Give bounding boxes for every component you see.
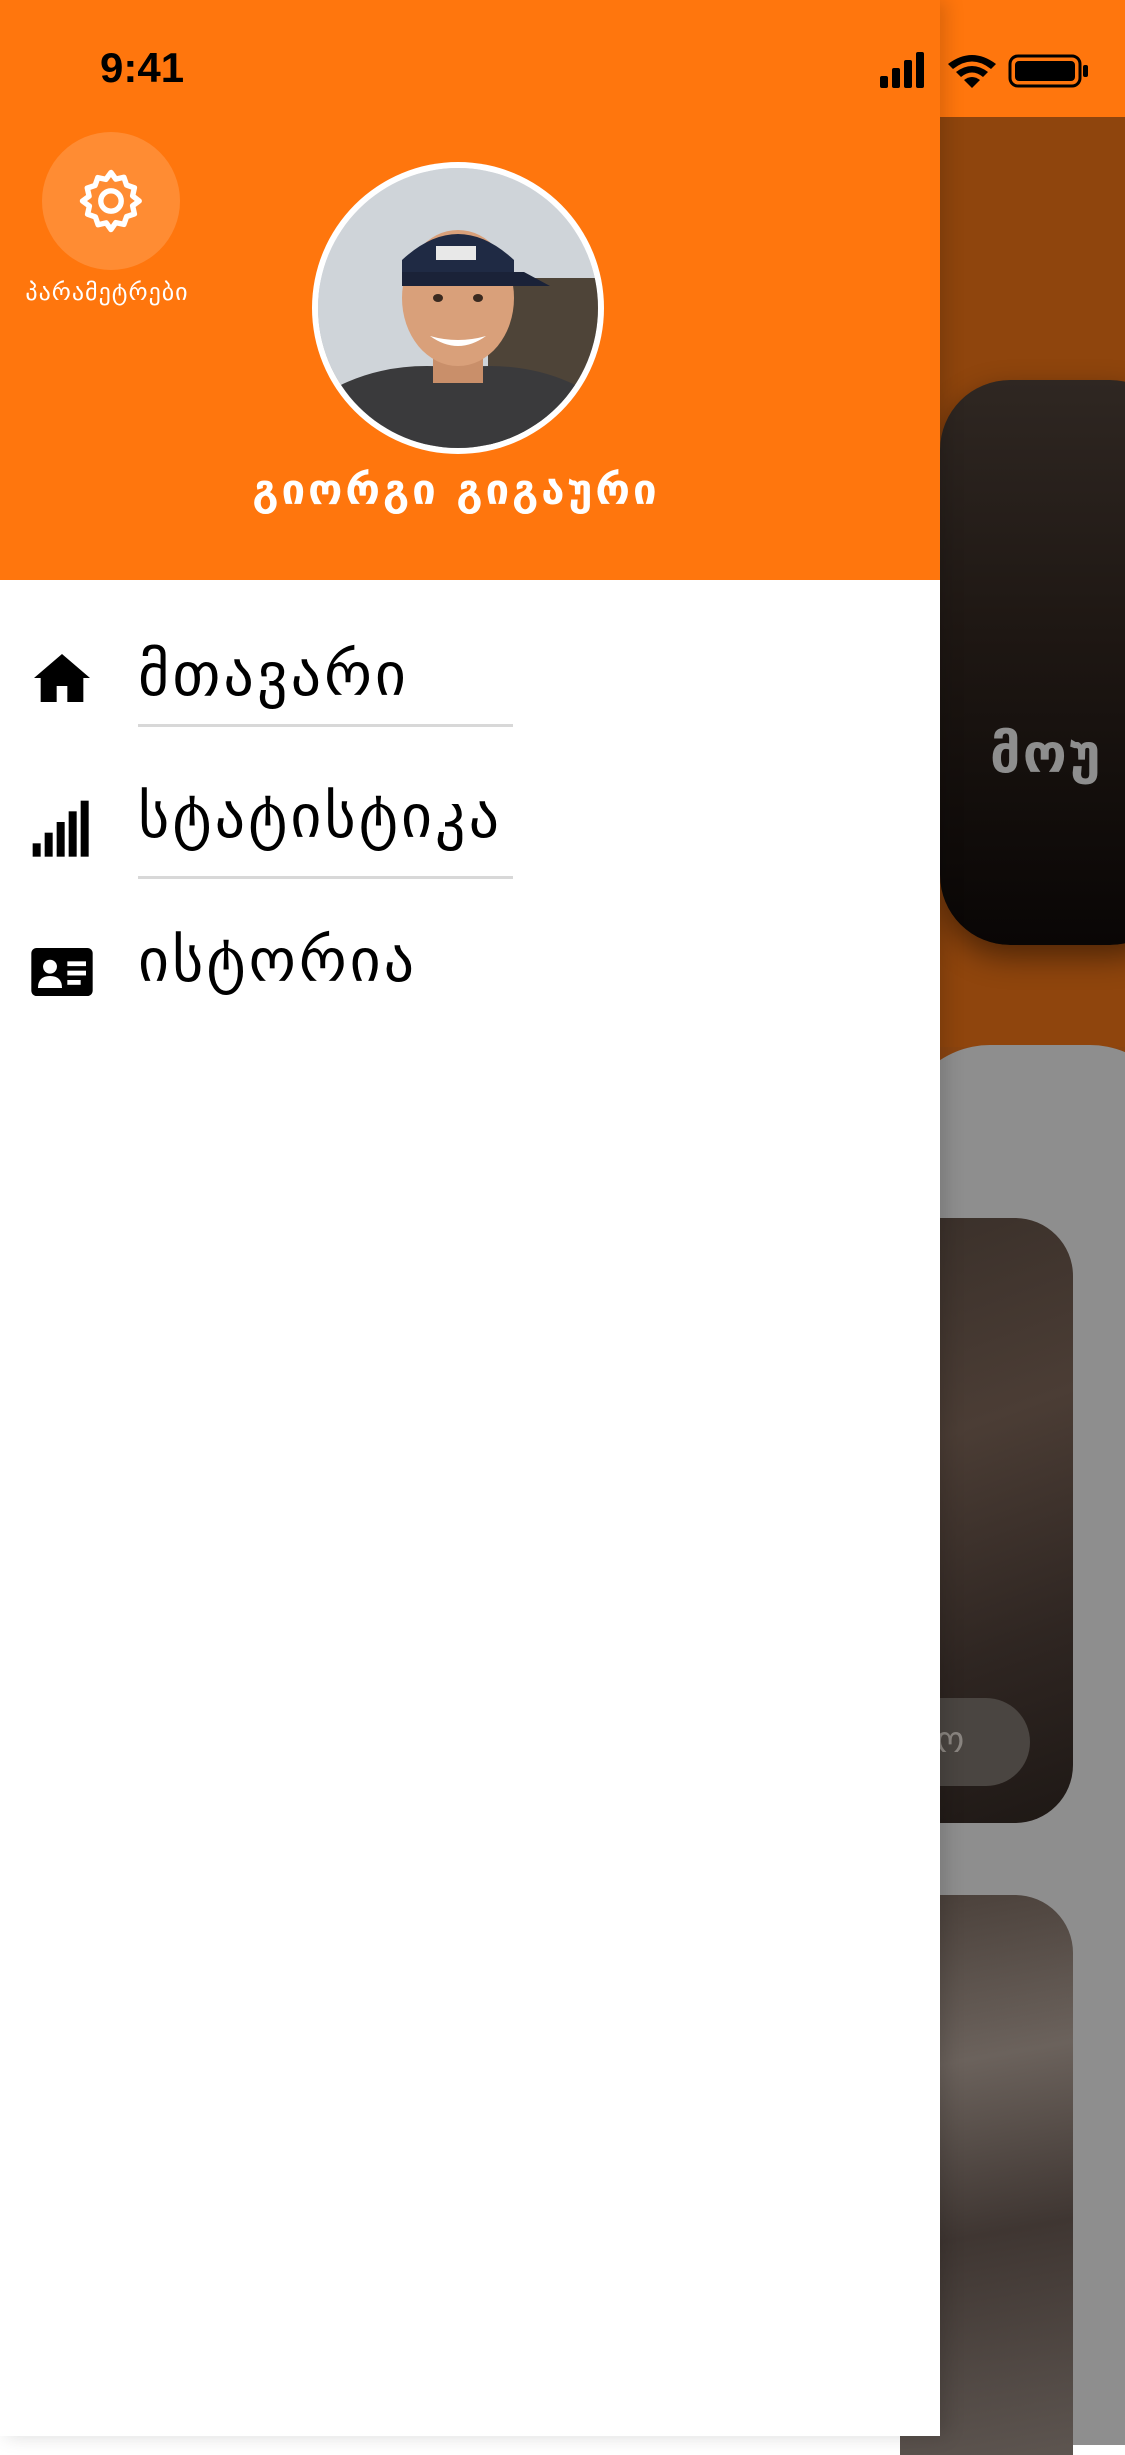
background-card-button-label: ო <box>936 1720 965 1761</box>
wifi-icon <box>948 55 996 88</box>
menu-item-statistics[interactable]: სტატისტიკა <box>0 752 940 892</box>
menu-item-history[interactable]: ისტორია <box>0 900 940 1040</box>
user-name: გიორგი გიგაური <box>252 465 660 514</box>
navigation-drawer: პარამეტრები გიორგი გიგაური მთავარი სტატი… <box>0 0 940 2436</box>
menu-divider <box>138 876 513 879</box>
home-icon <box>34 654 90 702</box>
menu-item-home[interactable]: მთავარი <box>0 610 940 750</box>
avatar-photo <box>318 168 598 448</box>
cellular-signal-icon <box>880 52 924 88</box>
battery-icon <box>1008 54 1088 88</box>
menu-label-statistics: სტატისტიკა <box>138 782 503 852</box>
gear-icon <box>79 169 142 233</box>
settings-label: პარამეტრები <box>25 278 189 306</box>
settings-button[interactable] <box>42 132 180 270</box>
status-bar-icons <box>880 52 1088 88</box>
background-hero-title: მოუ <box>990 722 1103 785</box>
background-hero-card[interactable] <box>940 380 1125 945</box>
id-card-icon <box>31 948 93 996</box>
status-bar-time: 9:41 <box>100 44 185 91</box>
menu-label-home: მთავარი <box>138 640 409 710</box>
menu-divider <box>138 724 513 727</box>
signal-bars-icon <box>32 800 89 857</box>
avatar[interactable] <box>312 162 604 454</box>
menu-label-history: ისტორია <box>138 926 418 996</box>
